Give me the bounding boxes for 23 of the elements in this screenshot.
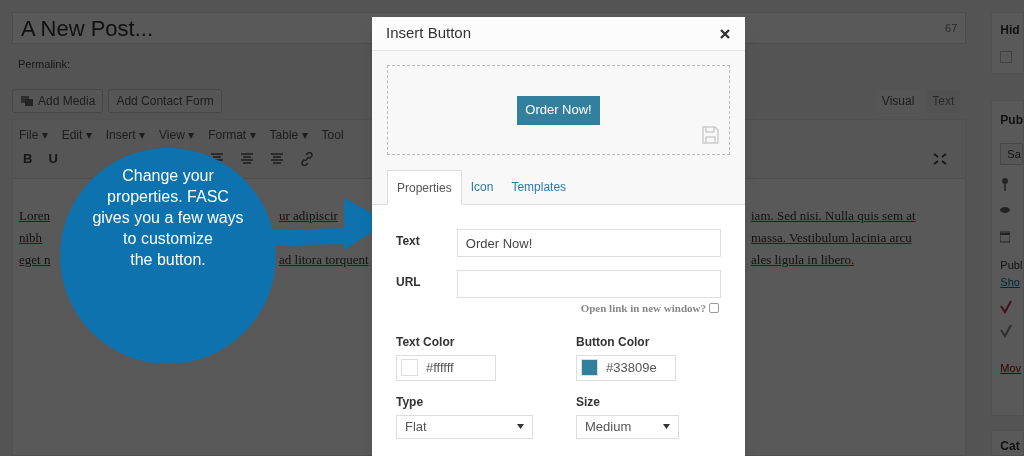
content-text: ur adipiscir — [279, 207, 338, 223]
panel-heading: Cat — [1000, 439, 1020, 453]
field-label: Button Color — [576, 333, 651, 351]
published-label: Publ — [1000, 258, 1023, 274]
checkbox-label: Open link in new window? — [580, 301, 706, 316]
content-text: ales ligula in libero. — [751, 251, 855, 267]
field-label: Type — [396, 393, 425, 411]
content-text: Loren — [19, 207, 51, 223]
field-label: Text Color — [396, 333, 456, 351]
panel-heading: Hid — [1000, 22, 1021, 39]
permalink-label: Permalink: — [18, 57, 70, 72]
dialog-title: Insert Button — [386, 23, 472, 44]
callout-text: Change your properties. FASC gives you a few ways to customize the button. — [92, 166, 244, 270]
content-text: eget n — [19, 251, 51, 267]
content-text: iam. Sed nisi. Nulla quis sem at — [751, 207, 916, 223]
post-title: A New Post... — [21, 14, 154, 43]
panel-heading: Pub — [1000, 112, 1023, 130]
content-text: nibh — [19, 229, 43, 245]
content-text: massa. Vestibulum lacinia arcu — [751, 229, 912, 245]
content-text: ad litora torquent — [279, 251, 369, 267]
field-label: URL — [396, 274, 422, 291]
field-label: Size — [576, 393, 601, 411]
field-label: Text — [396, 233, 421, 250]
